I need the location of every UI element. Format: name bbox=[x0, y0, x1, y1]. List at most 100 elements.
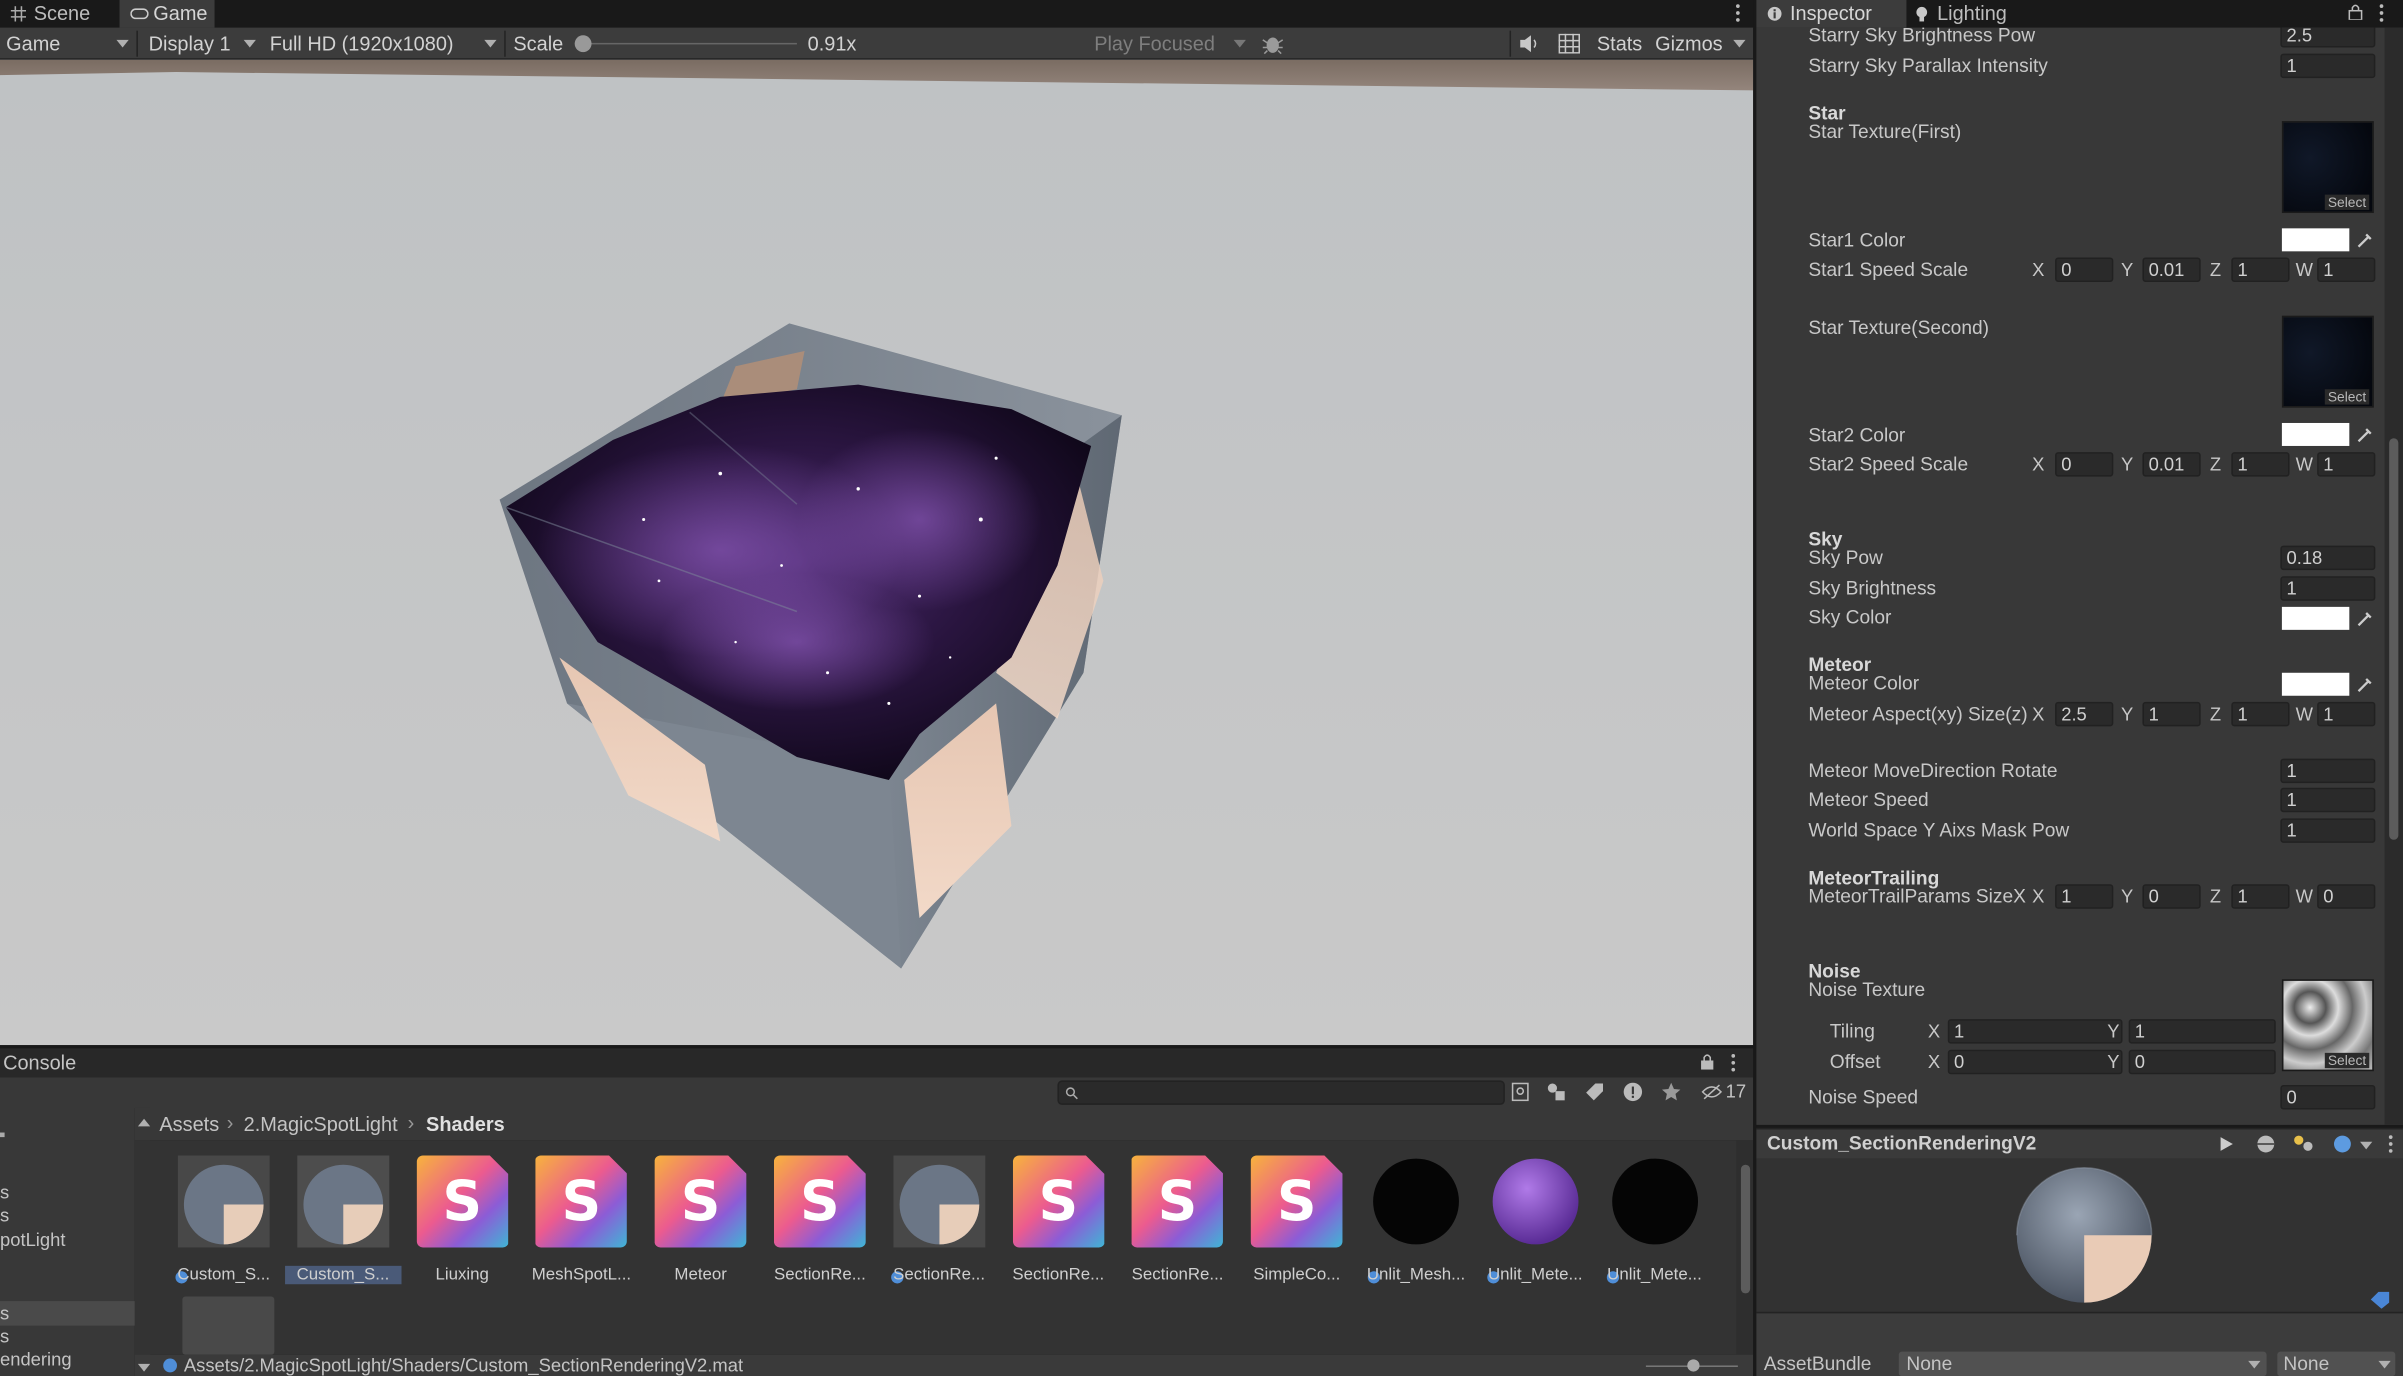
tree-item[interactable]: potLight bbox=[0, 1229, 65, 1250]
gizmos-button[interactable]: Gizmos bbox=[1655, 28, 1723, 60]
asset-item[interactable]: S Meteor bbox=[642, 1155, 758, 1294]
star1-speed-x[interactable]: 0 bbox=[2055, 257, 2114, 282]
asset-item[interactable]: S SectionRe... bbox=[1000, 1155, 1116, 1294]
asset-item[interactable]: S MeshSpotL... bbox=[523, 1155, 639, 1294]
game-mode-dropdown[interactable]: Game bbox=[6, 28, 132, 60]
lock-icon[interactable] bbox=[2348, 3, 2363, 20]
sky-brightness-field[interactable]: 1 bbox=[2280, 576, 2376, 601]
meteor-rotate-field[interactable]: 1 bbox=[2280, 758, 2376, 784]
panel-splitter[interactable] bbox=[0, 1045, 1754, 1049]
bug-icon[interactable] bbox=[1261, 32, 1284, 55]
star-texture2-slot[interactable]: Select bbox=[2281, 315, 2374, 408]
kebab-menu-icon[interactable] bbox=[2388, 1134, 2394, 1154]
star1-color-swatch[interactable] bbox=[2281, 228, 2350, 252]
eye-hidden-icon[interactable] bbox=[1701, 1083, 1723, 1100]
star-texture1-slot[interactable]: Select bbox=[2281, 121, 2374, 214]
tree-item[interactable]: s bbox=[0, 1303, 9, 1324]
world-mask-field[interactable]: 1 bbox=[2280, 818, 2376, 843]
tab-game[interactable]: Game bbox=[119, 0, 215, 28]
select-button[interactable]: Select bbox=[2324, 1052, 2370, 1069]
light-toggle-icon[interactable] bbox=[2293, 1134, 2314, 1154]
meteor-speed-field[interactable]: 1 bbox=[2280, 787, 2376, 813]
tab-inspector[interactable]: Inspector bbox=[1756, 0, 1907, 28]
warning-icon[interactable] bbox=[1623, 1082, 1643, 1102]
trail-params-z[interactable]: 1 bbox=[2231, 884, 2290, 909]
kebab-menu-icon[interactable] bbox=[2378, 3, 2384, 23]
select-button[interactable]: Select bbox=[2324, 194, 2370, 210]
star2-color-swatch[interactable] bbox=[2281, 422, 2350, 446]
asset-item[interactable]: S SectionRe... bbox=[762, 1155, 878, 1294]
panel-splitter[interactable] bbox=[1753, 0, 1757, 1376]
chevron-down-icon[interactable] bbox=[1733, 39, 1746, 48]
grid-scrollbar[interactable] bbox=[1736, 1140, 1754, 1355]
kebab-menu-icon[interactable] bbox=[1730, 1053, 1736, 1073]
offset-x[interactable]: 0 bbox=[1947, 1049, 2123, 1075]
meteor-color-swatch[interactable] bbox=[2281, 672, 2350, 696]
zoom-slider-thumb[interactable] bbox=[1687, 1359, 1700, 1372]
tab-lighting[interactable]: Lighting bbox=[1903, 0, 2044, 28]
offset-y[interactable]: 0 bbox=[2128, 1049, 2276, 1075]
star1-speed-w[interactable]: 1 bbox=[2317, 257, 2376, 282]
grid-layout-icon[interactable] bbox=[1558, 33, 1581, 54]
sky-color-swatch[interactable] bbox=[2281, 606, 2350, 630]
assetbundle-variant-dropdown[interactable]: None bbox=[2277, 1351, 2396, 1376]
asset-item[interactable]: S SectionRe... bbox=[1119, 1155, 1235, 1294]
preview-sphere-dropdown[interactable] bbox=[2332, 1134, 2353, 1154]
eyedropper-icon[interactable] bbox=[2355, 676, 2373, 694]
kebab-menu-icon[interactable] bbox=[1735, 3, 1741, 23]
lock-icon[interactable] bbox=[1700, 1053, 1715, 1070]
console-title[interactable]: Console bbox=[3, 1051, 76, 1074]
collapse-arrow-icon[interactable] bbox=[137, 1118, 151, 1127]
breadcrumb-current[interactable]: Shaders bbox=[426, 1113, 505, 1136]
starry-parallax-field[interactable]: 1 bbox=[2280, 53, 2376, 79]
tree-expander[interactable] bbox=[0, 1132, 5, 1138]
asset-item[interactable]: SectionRe... bbox=[881, 1155, 997, 1294]
play-icon[interactable] bbox=[2219, 1136, 2234, 1153]
asset-item[interactable]: Custom_S... bbox=[166, 1155, 282, 1294]
filter-type-icon[interactable] bbox=[1546, 1082, 1566, 1102]
sky-pow-field[interactable]: 0.18 bbox=[2280, 545, 2376, 571]
star2-speed-w[interactable]: 1 bbox=[2317, 452, 2376, 477]
asset-item[interactable]: S SimpleCo... bbox=[1239, 1155, 1355, 1294]
scale-slider-track[interactable] bbox=[582, 42, 797, 45]
tiling-y[interactable]: 1 bbox=[2128, 1019, 2276, 1044]
meteor-aspect-x[interactable]: 2.5 bbox=[2055, 701, 2114, 727]
star2-speed-y[interactable]: 0.01 bbox=[2142, 452, 2201, 477]
starry-brightness-field[interactable]: 2.5 bbox=[2280, 27, 2376, 48]
chevron-down-icon[interactable] bbox=[137, 1363, 151, 1372]
material-preview[interactable] bbox=[1756, 1158, 2403, 1312]
noise-speed-field[interactable]: 0 bbox=[2280, 1085, 2376, 1110]
meteor-aspect-y[interactable]: 1 bbox=[2142, 701, 2201, 727]
chevron-down-icon[interactable] bbox=[2360, 1141, 2373, 1150]
game-viewport[interactable] bbox=[0, 59, 1754, 1046]
stats-button[interactable]: Stats bbox=[1597, 28, 1642, 60]
tag-icon[interactable] bbox=[2369, 1290, 2390, 1309]
speaker-icon[interactable] bbox=[1519, 34, 1540, 54]
asset-item[interactable]: Unlit_Mete... bbox=[1596, 1156, 1712, 1294]
breadcrumb-folder[interactable]: 2.MagicSpotLight bbox=[244, 1113, 398, 1136]
select-button[interactable]: Select bbox=[2324, 389, 2370, 405]
star1-speed-y[interactable]: 0.01 bbox=[2142, 257, 2201, 282]
sphere-preview-icon[interactable] bbox=[2256, 1134, 2276, 1154]
trail-params-x[interactable]: 1 bbox=[2055, 884, 2114, 909]
asset-thumbnail-partial[interactable] bbox=[182, 1296, 275, 1355]
star1-speed-z[interactable]: 1 bbox=[2231, 257, 2290, 282]
meteor-aspect-w[interactable]: 1 bbox=[2317, 701, 2376, 727]
breadcrumb-assets[interactable]: Assets bbox=[159, 1113, 219, 1136]
tree-item[interactable]: endering bbox=[0, 1349, 72, 1370]
search-filter-icon[interactable] bbox=[1511, 1082, 1529, 1102]
tree-item[interactable]: s bbox=[0, 1326, 9, 1347]
asset-item[interactable]: Unlit_Mesh... bbox=[1358, 1156, 1474, 1294]
trail-params-y[interactable]: 0 bbox=[2142, 884, 2201, 909]
resolution-dropdown[interactable]: Full HD (1920x1080) bbox=[270, 28, 503, 60]
noise-texture-slot[interactable]: Select bbox=[2281, 979, 2374, 1072]
assetbundle-dropdown[interactable]: None bbox=[1898, 1351, 2267, 1376]
tab-scene[interactable]: Scene bbox=[0, 0, 113, 28]
eyedropper-icon[interactable] bbox=[2355, 610, 2373, 628]
scale-slider-thumb[interactable] bbox=[574, 35, 592, 53]
star-icon[interactable] bbox=[1661, 1082, 1681, 1102]
tree-item[interactable]: s bbox=[0, 1205, 9, 1226]
tree-item[interactable]: s bbox=[0, 1182, 9, 1203]
eyedropper-icon[interactable] bbox=[2355, 231, 2373, 249]
asset-item[interactable]: Unlit_Mete... bbox=[1477, 1156, 1593, 1294]
